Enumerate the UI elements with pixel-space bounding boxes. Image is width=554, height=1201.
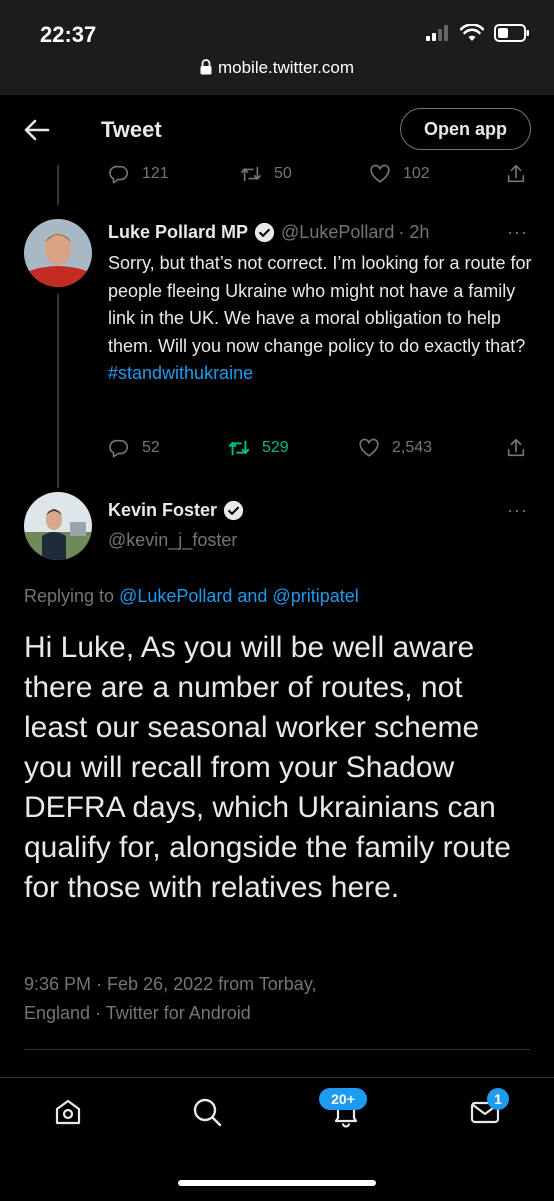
like-count: 102 (403, 165, 430, 182)
tweet-text: Sorry, but that’s not correct. I’m looki… (108, 250, 533, 388)
page-title: Tweet (101, 117, 162, 142)
author-name: Kevin Foster (108, 500, 218, 520)
reply-icon (109, 439, 129, 458)
tweet-header: Tweet Open app (0, 95, 554, 165)
open-app-button[interactable]: Open app (400, 108, 531, 150)
status-icons (426, 24, 530, 42)
messages-badge: 1 (487, 1088, 509, 1110)
retweet-action[interactable]: 529 (228, 437, 289, 459)
avatar[interactable] (24, 219, 92, 287)
replying-prefix: Replying to (24, 586, 115, 606)
hashtag-link[interactable]: #standwithukraine (108, 363, 253, 383)
reply-author[interactable]: Luke Pollard MP @LukePollard · 2h (108, 222, 429, 243)
thread-line-middle (57, 294, 59, 488)
thread-line-top (57, 165, 59, 205)
reply-tweet-actions: 52 529 2,543 (108, 437, 528, 467)
retweet-icon (228, 440, 250, 456)
verified-badge-icon (254, 222, 275, 243)
retweet-icon (241, 166, 261, 182)
main-author[interactable]: Kevin Foster (108, 500, 250, 521)
back-arrow-icon[interactable] (22, 115, 52, 145)
share-icon (507, 164, 525, 183)
battery-icon (494, 24, 529, 42)
replying-mentions[interactable]: @LukePollard and @pritipatel (119, 586, 359, 606)
tweet-body: Sorry, but that’s not correct. I’m looki… (108, 253, 532, 356)
notifications-badge: 20+ (319, 1088, 367, 1110)
tweet-metadata: 9:36 PM · Feb 26, 2022 from Torbay, Engl… (24, 970, 474, 1028)
reply-action[interactable]: 52 (108, 437, 160, 459)
reply-count: 121 (142, 165, 169, 182)
reply-action[interactable]: 121 (108, 163, 169, 185)
previous-tweet-actions: 121 50 102 (108, 163, 528, 193)
retweet-count: 529 (262, 439, 289, 456)
author-name: Luke Pollard MP (108, 222, 249, 242)
home-icon[interactable] (52, 1096, 84, 1128)
like-action[interactable]: 2,543 (358, 437, 432, 459)
verified-badge-icon (223, 500, 244, 521)
source-line: England · Twitter for Android (24, 1003, 251, 1023)
share-icon (507, 438, 525, 457)
retweet-action[interactable]: 50 (240, 163, 292, 185)
main-handle-row: @kevin_j_foster (108, 530, 237, 551)
reply-icon (109, 165, 129, 184)
home-indicator[interactable] (178, 1180, 376, 1186)
wifi-icon (460, 24, 484, 41)
address-bar[interactable]: mobile.twitter.com (0, 58, 554, 78)
main-tweet-text: Hi Luke, As you will be well aware there… (24, 631, 511, 904)
tweet-age: · 2h (398, 222, 430, 242)
reply-count: 52 (142, 439, 160, 456)
search-icon[interactable] (191, 1096, 223, 1128)
more-options-icon[interactable]: ··· (507, 222, 528, 243)
like-count: 2,543 (392, 439, 433, 456)
like-icon (370, 164, 390, 183)
status-time: 22:37 (40, 22, 97, 47)
avatar[interactable] (24, 492, 92, 560)
lock-icon (200, 59, 212, 75)
share-action[interactable] (505, 163, 527, 185)
replying-to: Replying to @LukePollard and @pritipatel (24, 586, 359, 607)
timestamp-line: 9:36 PM · Feb 26, 2022 from Torbay, (24, 974, 317, 994)
avatar-image (24, 219, 92, 287)
retweet-count: 50 (274, 165, 292, 182)
url-text: mobile.twitter.com (217, 58, 355, 77)
signal-icon (426, 25, 448, 41)
more-options-icon[interactable]: ··· (507, 500, 528, 521)
like-action[interactable]: 102 (369, 163, 430, 185)
like-icon (359, 438, 379, 457)
divider (24, 1049, 530, 1050)
avatar-image (24, 492, 92, 560)
share-action[interactable] (505, 437, 527, 459)
author-handle[interactable]: @kevin_j_foster (108, 530, 237, 551)
status-bar: 22:37 mobile.twitter.com (0, 0, 554, 95)
author-handle: @LukePollard (281, 222, 395, 242)
